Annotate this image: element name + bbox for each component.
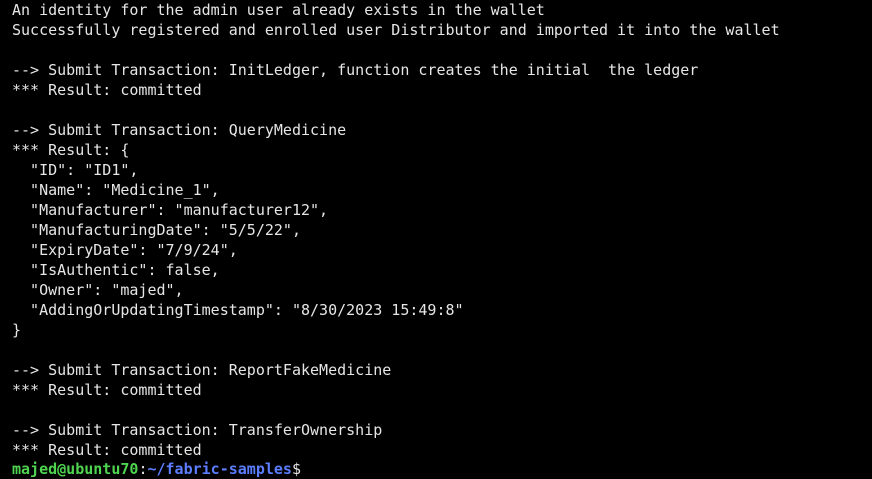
output-line: *** Result: committed [12, 381, 202, 399]
shell-prompt[interactable]: majed@ubuntu70:~/fabric-samples$ [12, 459, 301, 479]
prompt-user-host: majed@ubuntu70 [12, 460, 139, 478]
output-line: *** Result: committed [12, 441, 202, 459]
output-line: --> Submit Transaction: ReportFakeMedici… [12, 361, 392, 379]
output-line: "Manufacturer": "manufacturer12", [12, 201, 329, 219]
output-line: An identity for the admin user already e… [12, 1, 545, 19]
output-line: --> Submit Transaction: TransferOwnershi… [12, 421, 383, 439]
output-line: *** Result: { [12, 141, 130, 159]
prompt-symbol: $ [291, 460, 301, 478]
output-line: "ManufacturingDate": "5/5/22", [12, 221, 301, 239]
output-line: "ID": "ID1", [12, 161, 139, 179]
output-line: --> Submit Transaction: QueryMedicine [12, 121, 347, 139]
output-line: --> Submit Transaction: InitLedger, func… [12, 61, 699, 79]
output-line: "Name": "Medicine_1", [12, 181, 220, 199]
prompt-path: ~/fabric-samples [147, 460, 292, 478]
output-line: "IsAuthentic": false, [12, 261, 220, 279]
terminal-window[interactable]: An identity for the admin user already e… [0, 0, 872, 478]
output-line: "AddingOrUpdatingTimestamp": "8/30/2023 … [12, 301, 464, 319]
output-line: "Owner": "majed", [12, 281, 184, 299]
output-line: Successfully registered and enrolled use… [12, 21, 780, 39]
output-line: *** Result: committed [12, 81, 202, 99]
output-line: } [12, 321, 22, 339]
output-line: "ExpiryDate": "7/9/24", [12, 241, 238, 259]
